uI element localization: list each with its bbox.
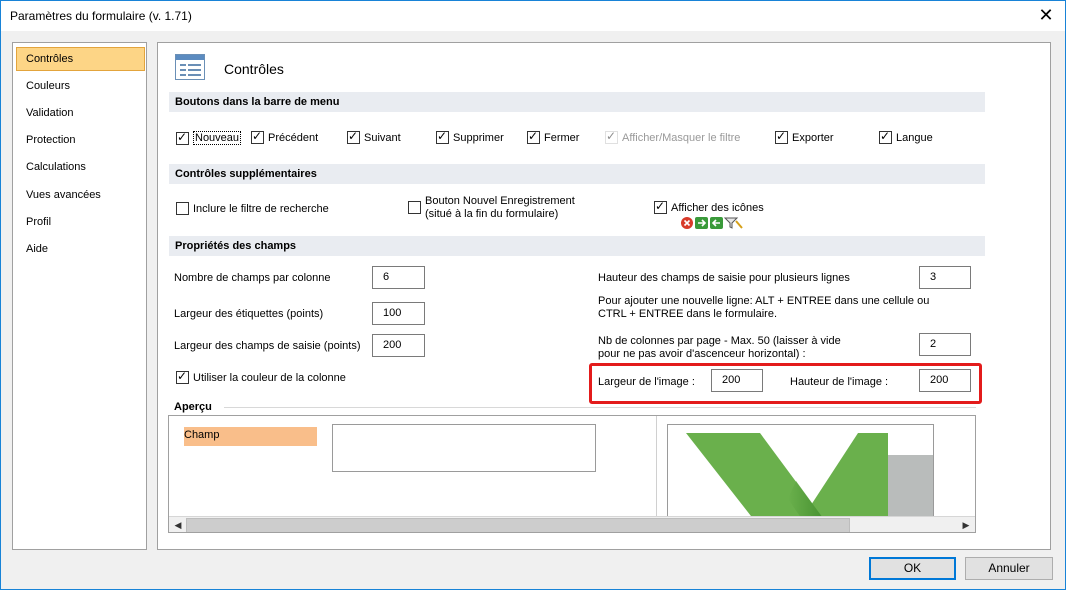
checkbox-exporter[interactable]: Exporter: [775, 129, 834, 144]
sidebar-item-calculations[interactable]: Calculations: [16, 155, 145, 179]
fields-per-column-label: Nombre de champs par colonne: [174, 272, 331, 284]
checkbox-box: [347, 129, 360, 144]
checkbox-box: [408, 201, 421, 214]
main-panel: Contrôles Boutons dans la barre de menu …: [157, 42, 1051, 550]
filter-icon: [723, 217, 739, 229]
sidebar: Contrôles Couleurs Validation Protection…: [12, 42, 147, 550]
close-icon[interactable]: ✕: [1035, 5, 1057, 27]
checkbox-label: Afficher/Masquer le filtre: [622, 131, 741, 144]
preview-heading-rule: [224, 407, 976, 408]
checkbox-supprimer[interactable]: Supprimer: [436, 129, 504, 144]
sidebar-item-profil[interactable]: Profil: [16, 210, 145, 234]
checkbox-label: Utiliser la couleur de la colonne: [193, 371, 346, 384]
checkbox-afficher-masquer-filtre: Afficher/Masquer le filtre: [605, 129, 741, 144]
checkbox-label: Bouton Nouvel Enregistrement (situé à la …: [425, 195, 575, 220]
preview-panel: Champ ◀ ▶: [168, 415, 976, 533]
preview-field-label: Champ: [184, 427, 317, 446]
checkbox-show-icons[interactable]: Afficher des icônes: [654, 199, 764, 214]
checkbox-label: Inclure le filtre de recherche: [193, 202, 329, 215]
checkbox-box: [176, 130, 189, 145]
checkbox-box: [879, 129, 892, 144]
checkbox-box: [527, 129, 540, 144]
new-line-hint: Pour ajouter une nouvelle ligne: ALT + E…: [598, 295, 930, 320]
logo-image: [686, 433, 933, 519]
checkbox-label: Fermer: [544, 131, 580, 144]
window-title: Paramètres du formulaire (v. 1.71): [10, 9, 192, 23]
label-width-label: Largeur des étiquettes (points): [174, 308, 324, 320]
preview-heading: Aperçu: [174, 401, 212, 413]
ok-button[interactable]: OK: [869, 557, 956, 580]
scroll-right-icon[interactable]: ▶: [959, 519, 973, 532]
preview-image: [667, 424, 934, 520]
input-width-label: Largeur des champs de saisie (points): [174, 340, 361, 352]
multiline-height-label: Hauteur des champs de saisie pour plusie…: [598, 272, 850, 284]
checkbox-label: Supprimer: [453, 131, 504, 144]
settings-dialog: Paramètres du formulaire (v. 1.71) ✕ Con…: [0, 0, 1066, 590]
input-width-input[interactable]: 200: [372, 334, 425, 357]
checkbox-fermer[interactable]: Fermer: [527, 129, 580, 144]
columns-per-page-label: Nb de colonnes par page - Max. 50 (laiss…: [598, 335, 841, 360]
checkbox-label: Précédent: [268, 131, 319, 144]
checkbox-precedent[interactable]: Précédent: [251, 129, 319, 144]
section-extra-controls: Contrôles supplémentaires: [169, 164, 985, 184]
title-bar: Paramètres du formulaire (v. 1.71) ✕: [1, 1, 1065, 31]
scroll-left-icon[interactable]: ◀: [171, 519, 185, 532]
sidebar-item-couleurs[interactable]: Couleurs: [16, 74, 145, 98]
columns-per-page-input[interactable]: 2: [919, 333, 971, 356]
sidebar-item-validation[interactable]: Validation: [16, 101, 145, 125]
label-width-input[interactable]: 100: [372, 302, 425, 325]
fields-per-column-input[interactable]: 6: [372, 266, 425, 289]
checkbox-box: [176, 202, 189, 215]
icon-preview-strip: [681, 216, 745, 230]
checkbox-box: [605, 129, 618, 144]
preview-horizontal-scrollbar[interactable]: ◀ ▶: [169, 516, 975, 532]
annotation-highlight-box: [589, 363, 982, 404]
section-field-properties: Propriétés des champs: [169, 236, 985, 256]
preview-field-input: [332, 424, 596, 472]
checkbox-langue[interactable]: Langue: [879, 129, 933, 144]
checkbox-suivant[interactable]: Suivant: [347, 129, 401, 144]
form-settings-icon: [175, 54, 205, 80]
checkbox-label: Suivant: [364, 131, 401, 144]
checkbox-label: Nouveau: [193, 131, 242, 145]
checkbox-label: Exporter: [792, 131, 834, 144]
checkbox-box: [654, 199, 667, 214]
scrollbar-thumb[interactable]: [186, 518, 850, 532]
multiline-height-input[interactable]: 3: [919, 266, 971, 289]
sidebar-item-vues-avancees[interactable]: Vues avancées: [16, 183, 145, 207]
sidebar-item-protection[interactable]: Protection: [16, 128, 145, 152]
checkbox-label: Langue: [896, 131, 933, 144]
sidebar-item-aide[interactable]: Aide: [16, 237, 145, 261]
preview-divider: [656, 416, 657, 516]
checkbox-nouveau[interactable]: Nouveau: [176, 130, 242, 145]
page-title: Contrôles: [224, 61, 284, 77]
checkbox-box: [775, 129, 788, 144]
checkbox-box: [176, 369, 189, 384]
sidebar-item-controles[interactable]: Contrôles: [16, 47, 145, 71]
checkbox-include-search-filter[interactable]: Inclure le filtre de recherche: [176, 202, 329, 215]
checkbox-label: Afficher des icônes: [671, 201, 764, 214]
cancel-button[interactable]: Annuler: [965, 557, 1053, 580]
checkbox-use-column-color[interactable]: Utiliser la couleur de la colonne: [176, 369, 346, 384]
checkbox-new-record-button[interactable]: Bouton Nouvel Enregistrement (situé à la …: [408, 195, 575, 221]
section-menu-buttons: Boutons dans la barre de menu: [169, 92, 985, 112]
checkbox-box: [251, 129, 264, 144]
checkbox-box: [436, 129, 449, 144]
